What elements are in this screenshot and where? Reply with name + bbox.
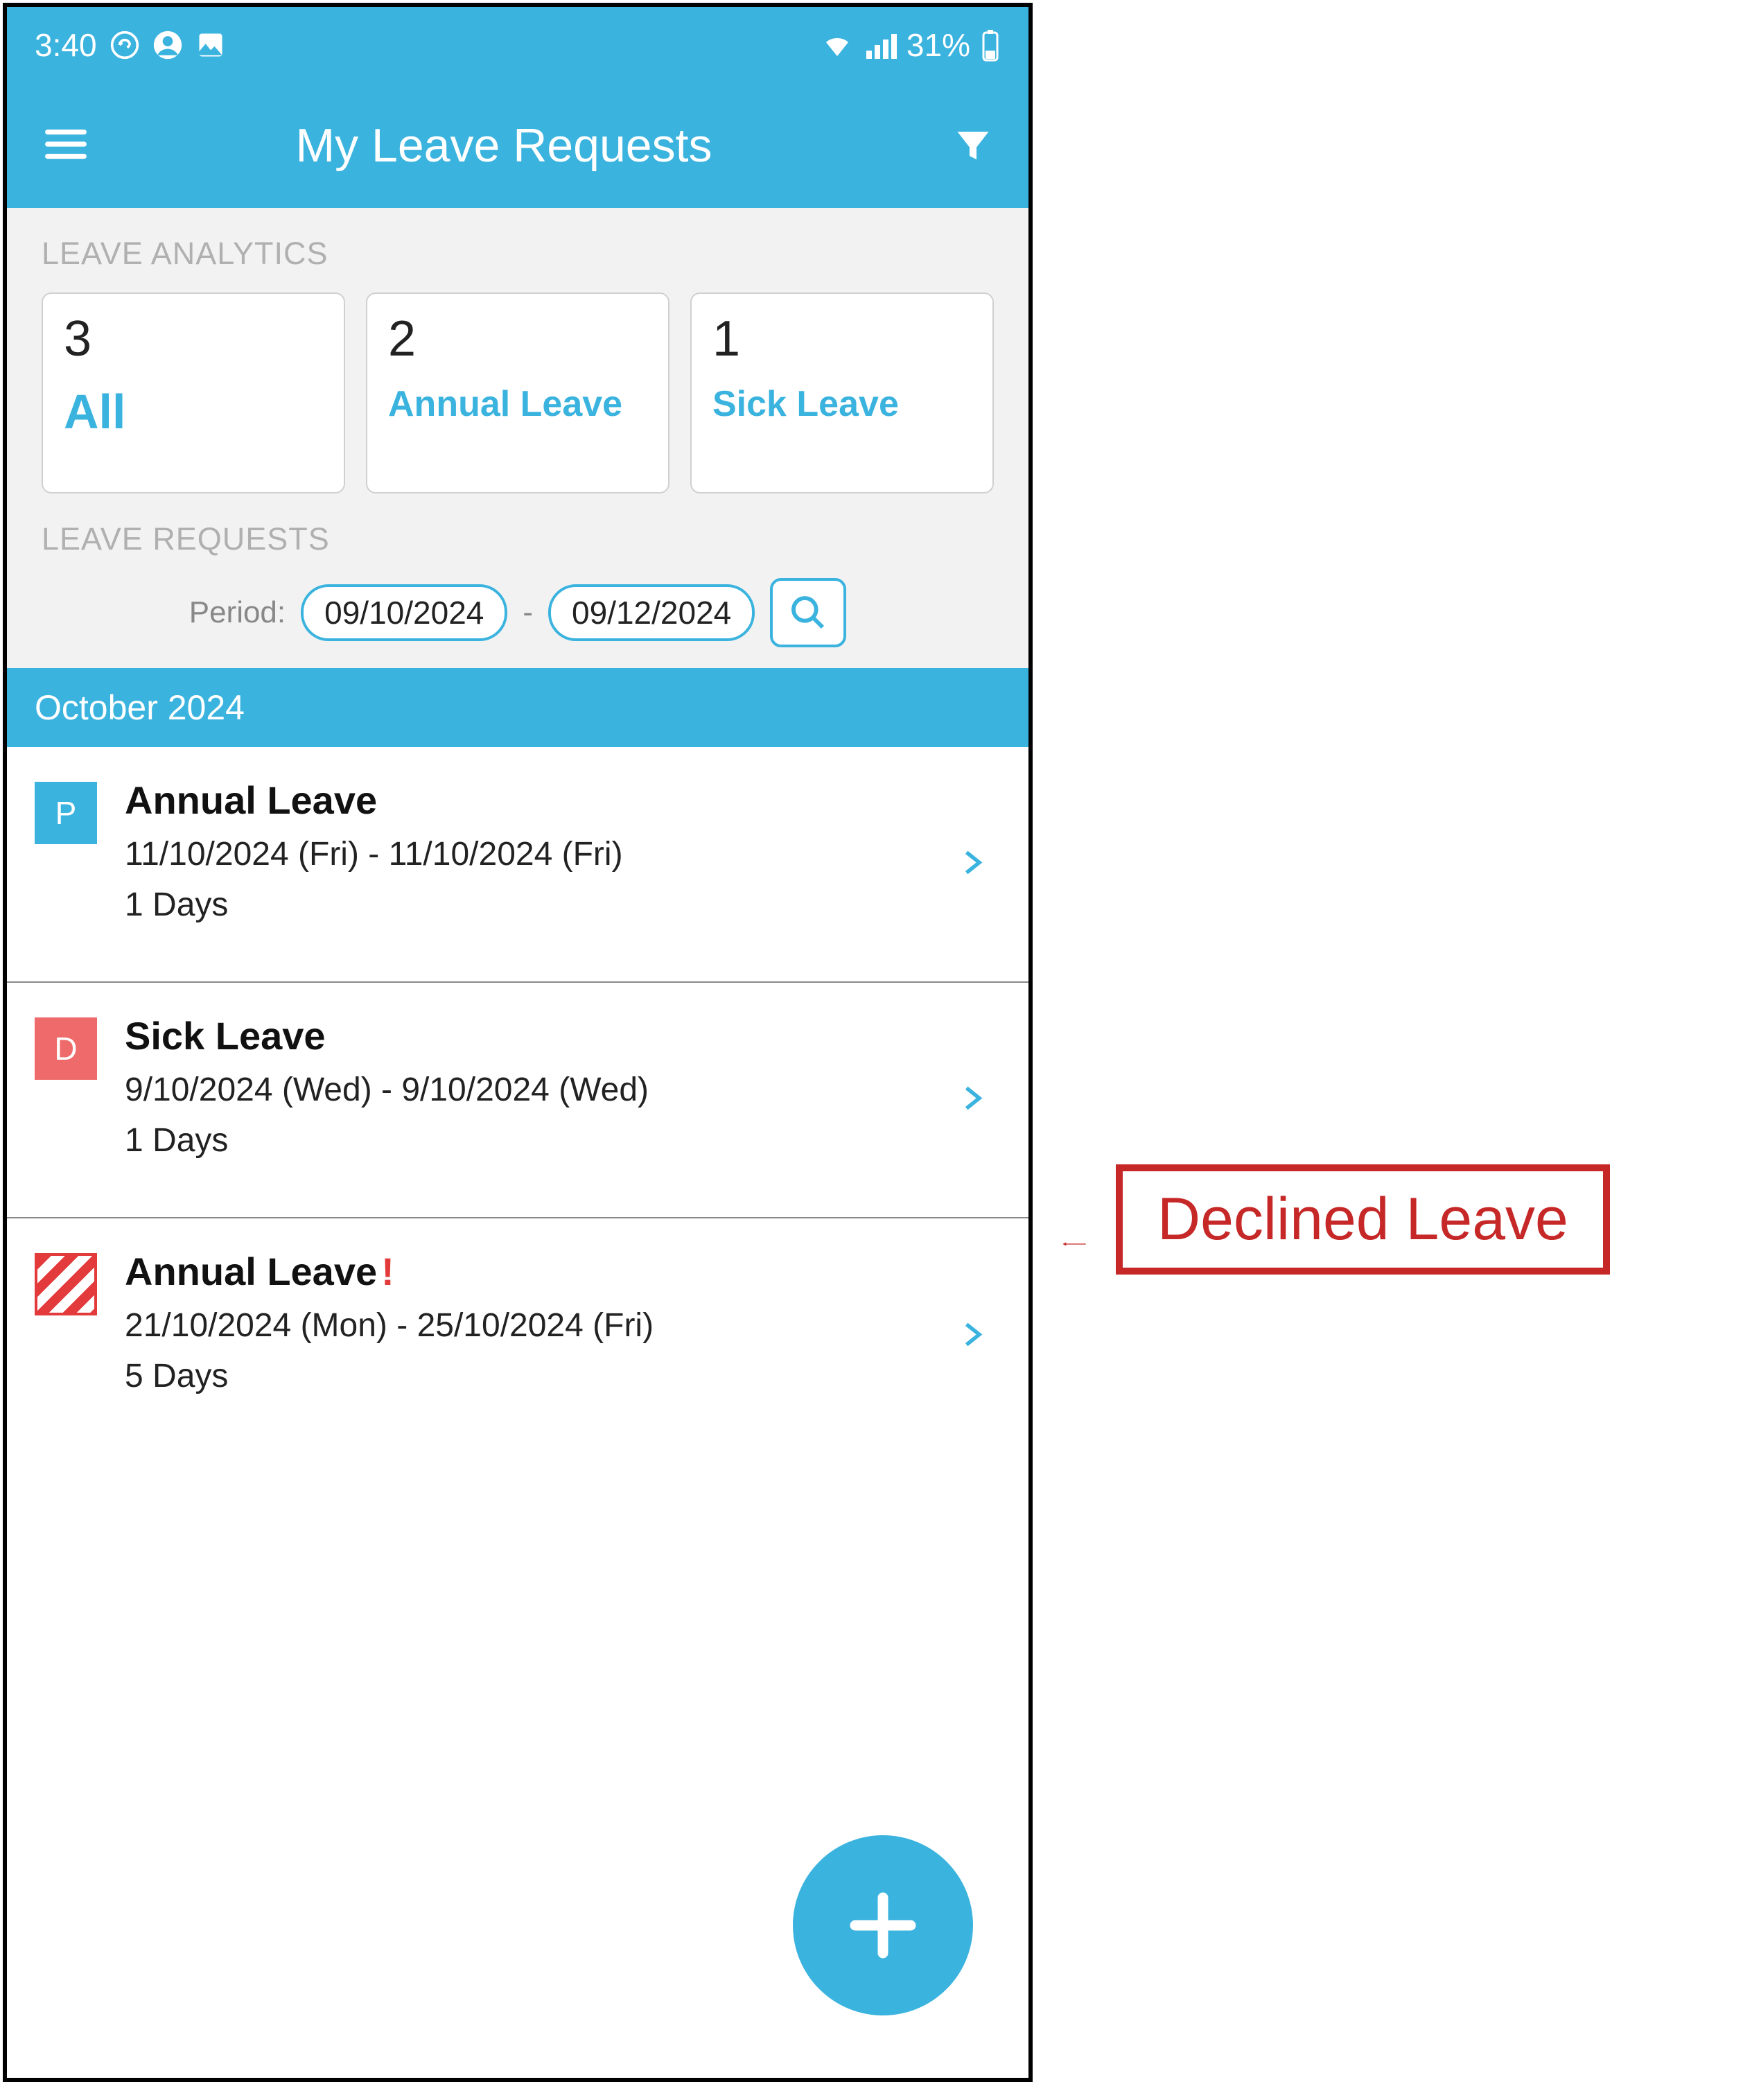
request-title: Annual Leave	[125, 778, 377, 823]
request-days: 1 Days	[125, 886, 1001, 924]
status-badge-pending: P	[35, 782, 97, 844]
add-request-fab[interactable]	[793, 1835, 973, 2015]
chevron-right-icon	[956, 842, 987, 887]
battery-icon	[980, 28, 1001, 62]
menu-button[interactable]	[42, 120, 97, 172]
request-days: 1 Days	[125, 1121, 1001, 1160]
analytics-card-all[interactable]: 3 All	[42, 292, 345, 493]
app-bar: My Leave Requests	[7, 83, 1028, 208]
analytics-card-label: Sick Leave	[712, 384, 972, 426]
status-badge-warning	[35, 1253, 97, 1315]
analytics-count: 2	[388, 310, 647, 367]
wifi-icon	[821, 28, 854, 62]
filter-button[interactable]	[938, 125, 994, 166]
chevron-right-icon	[956, 1078, 987, 1123]
period-from-input[interactable]: 09/10/2024	[301, 584, 507, 641]
request-item[interactable]: P Annual Leave 11/10/2024 (Fri) - 11/10/…	[7, 747, 1028, 983]
analytics-card-sick[interactable]: 1 Sick Leave	[690, 292, 994, 493]
analytics-label: LEAVE ANALYTICS	[42, 236, 994, 272]
requests-section: LEAVE REQUESTS Period: 09/10/2024 - 09/1…	[7, 514, 1028, 668]
annotation-label: Declined Leave	[1116, 1164, 1610, 1275]
phone-frame: 3:40	[3, 3, 1033, 2082]
request-item[interactable]: D Sick Leave 9/10/2024 (Wed) - 9/10/2024…	[7, 983, 1028, 1218]
warning-icon: !	[381, 1249, 394, 1294]
requests-label: LEAVE REQUESTS	[42, 521, 994, 557]
period-row: Period: 09/10/2024 - 09/12/2024	[42, 578, 994, 647]
analytics-card-label: Annual Leave	[388, 384, 647, 426]
period-label: Period:	[189, 595, 286, 630]
signal-icon	[864, 28, 897, 62]
chevron-right-icon	[956, 1314, 987, 1359]
analytics-count: 3	[64, 310, 323, 367]
analytics-card-annual[interactable]: 2 Annual Leave	[366, 292, 669, 493]
battery-percent: 31%	[906, 26, 970, 64]
period-separator: -	[523, 595, 533, 630]
account-icon	[152, 30, 183, 60]
sync-icon	[110, 30, 140, 60]
status-bar: 3:40	[7, 7, 1028, 83]
request-dates: 9/10/2024 (Wed) - 9/10/2024 (Wed)	[125, 1071, 1001, 1109]
request-dates: 11/10/2024 (Fri) - 11/10/2024 (Fri)	[125, 835, 1001, 873]
request-days: 5 Days	[125, 1357, 1001, 1395]
status-time: 3:40	[35, 26, 97, 64]
status-badge-declined: D	[35, 1017, 97, 1080]
request-item[interactable]: Annual Leave ! 21/10/2024 (Mon) - 25/10/…	[7, 1218, 1028, 1454]
period-to-input[interactable]: 09/12/2024	[548, 584, 755, 641]
request-title: Sick Leave	[125, 1013, 326, 1058]
month-header: October 2024	[7, 668, 1028, 747]
request-dates: 21/10/2024 (Mon) - 25/10/2024 (Fri)	[125, 1306, 1001, 1345]
request-title: Annual Leave	[125, 1249, 377, 1294]
search-button[interactable]	[770, 578, 846, 647]
page-title: My Leave Requests	[97, 119, 938, 173]
requests-list: P Annual Leave 11/10/2024 (Fri) - 11/10/…	[7, 747, 1028, 1454]
analytics-section: LEAVE ANALYTICS 3 All 2 Annual Leave 1 S…	[7, 208, 1028, 514]
image-icon	[195, 30, 226, 60]
analytics-count: 1	[712, 310, 972, 367]
analytics-card-label: All	[64, 384, 323, 440]
